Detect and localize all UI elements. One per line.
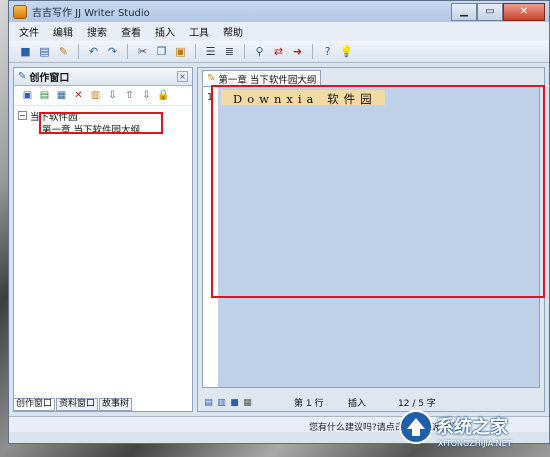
- properties-icon[interactable]: ▥: [88, 88, 103, 103]
- window-controls: ▁ ▭ ✕: [451, 2, 545, 21]
- watermark-url: XITONGZHIJIA.NET: [438, 439, 512, 448]
- pane-book-icon: ✎: [18, 71, 27, 82]
- toolbar-separator: [195, 44, 196, 59]
- status-line: 第 1 行: [294, 399, 324, 409]
- document-tab[interactable]: ✎ 第一章 当下软件园大纲: [202, 70, 322, 86]
- cut-icon[interactable]: ✂: [134, 43, 151, 60]
- pane-title: 创作窗口: [29, 73, 70, 84]
- export-icon[interactable]: ⇩: [105, 88, 120, 103]
- menu-help[interactable]: 帮助: [219, 24, 253, 39]
- text-editor[interactable]: 1 Downxia 软件园: [202, 85, 545, 388]
- document-icon: ✎: [207, 73, 216, 84]
- replace-icon[interactable]: ⇄: [270, 43, 287, 60]
- view-icon[interactable]: ▤: [202, 396, 215, 409]
- menu-file[interactable]: 文件: [15, 24, 49, 39]
- tab-materials[interactable]: 资料窗口: [56, 398, 99, 411]
- save-icon[interactable]: ✎: [55, 43, 72, 60]
- maximize-button[interactable]: ▭: [477, 2, 503, 21]
- redo-icon[interactable]: ↷: [104, 43, 121, 60]
- toolbar-separator: [312, 44, 313, 59]
- undo-icon[interactable]: ↶: [85, 43, 102, 60]
- copy-icon[interactable]: ❐: [153, 43, 170, 60]
- toolbar-separator: [78, 44, 79, 59]
- pane-header: ✎ 创作窗口 ×: [14, 68, 192, 86]
- delete-icon[interactable]: ✕: [71, 88, 86, 103]
- left-pane-tabs: 创作窗口 资料窗口 故事树: [13, 398, 133, 412]
- page-icon[interactable]: ▥: [215, 396, 228, 409]
- title-bar: 吉吉写作 JJ Writer Studio ▁ ▭ ✕: [9, 1, 549, 22]
- save-doc-icon[interactable]: ■: [228, 396, 241, 409]
- menu-search[interactable]: 搜索: [83, 24, 117, 39]
- move-up-icon[interactable]: ⇧: [122, 88, 137, 103]
- app-window: 吉吉写作 JJ Writer Studio ▁ ▭ ✕ 文件 编辑 搜索 查看 …: [8, 0, 550, 444]
- outdent-icon[interactable]: ≣: [221, 43, 238, 60]
- print-icon[interactable]: ▦: [241, 396, 254, 409]
- tip-icon[interactable]: 💡: [338, 43, 355, 60]
- goto-icon[interactable]: ➜: [289, 43, 306, 60]
- status-mode: 插入: [348, 399, 367, 409]
- writing-pane: ✎ 创作窗口 × ▣ ▤ ▦ ✕ ▥ ⇩ ⇧ ⇩ 🔒 − 当下软件园 第一章 当…: [13, 67, 193, 412]
- new-icon[interactable]: ■: [17, 43, 34, 60]
- menu-insert[interactable]: 插入: [151, 24, 185, 39]
- annotation-box-tree: [39, 112, 163, 134]
- app-logo-icon: [13, 4, 27, 19]
- pane-toolbar: ▣ ▤ ▦ ✕ ▥ ⇩ ⇧ ⇩ 🔒: [14, 86, 192, 106]
- menu-bar: 文件 编辑 搜索 查看 插入 工具 帮助: [9, 22, 549, 41]
- pane-close-button[interactable]: ×: [177, 71, 188, 82]
- paste-icon[interactable]: ▣: [172, 43, 189, 60]
- watermark-logo-icon: [399, 410, 433, 444]
- menu-edit[interactable]: 编辑: [49, 24, 83, 39]
- document-tab-label: 第一章 当下软件园大纲: [218, 74, 317, 86]
- main-toolbar: ■ ▤ ✎ ↶ ↷ ✂ ❐ ▣ ☰ ≣ ⚲ ⇄ ➜ ? 💡: [9, 41, 549, 63]
- editor-pane: ✎ 第一章 当下软件园大纲 1 Downxia 软件园 ▤ ▥ ■ ▦ 第 1 …: [197, 67, 545, 412]
- help-icon[interactable]: ?: [319, 43, 336, 60]
- add-book-icon[interactable]: ▣: [20, 88, 35, 103]
- menu-tools[interactable]: 工具: [185, 24, 219, 39]
- collapse-icon[interactable]: −: [18, 111, 27, 120]
- find-icon[interactable]: ⚲: [251, 43, 268, 60]
- move-down-icon[interactable]: ⇩: [139, 88, 154, 103]
- open-icon[interactable]: ▤: [36, 43, 53, 60]
- tab-writing[interactable]: 创作窗口: [13, 398, 56, 411]
- add-chapter-icon[interactable]: ▤: [37, 88, 52, 103]
- close-button[interactable]: ✕: [503, 2, 545, 21]
- watermark-title: 系统之家: [436, 417, 508, 438]
- minimize-button[interactable]: ▁: [451, 2, 477, 21]
- tab-story-tree[interactable]: 故事树: [99, 398, 133, 411]
- toolbar-separator: [244, 44, 245, 59]
- toolbar-separator: [127, 44, 128, 59]
- add-section-icon[interactable]: ▦: [54, 88, 69, 103]
- indent-icon[interactable]: ☰: [202, 43, 219, 60]
- watermark: 系统之家 XITONGZHIJIA.NET: [398, 407, 544, 453]
- lock-icon[interactable]: 🔒: [156, 88, 171, 103]
- window-title: 吉吉写作 JJ Writer Studio: [32, 8, 150, 19]
- annotation-box-editor: [211, 85, 545, 298]
- menu-view[interactable]: 查看: [117, 24, 151, 39]
